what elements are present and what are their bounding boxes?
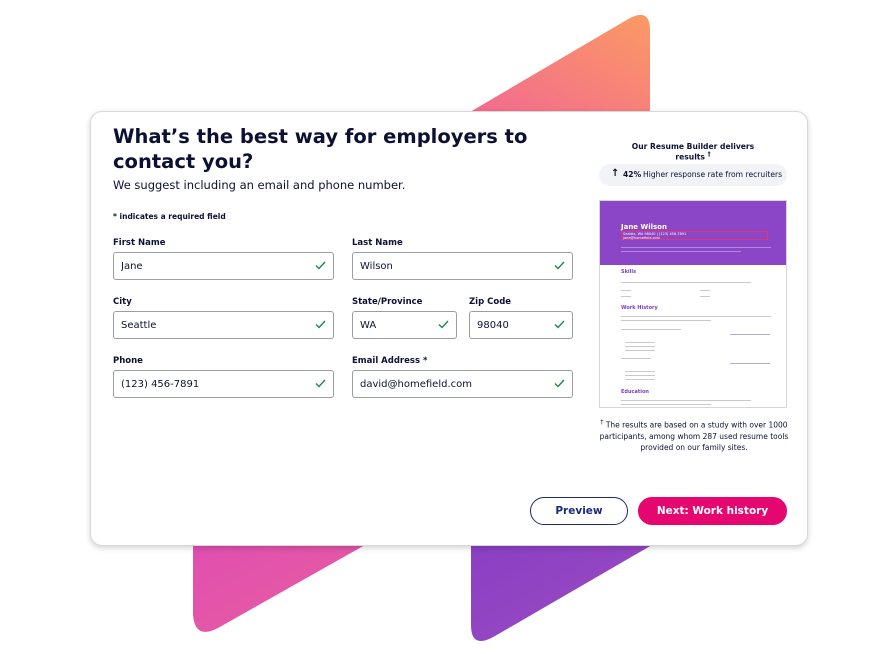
resume-text-line xyxy=(621,404,711,405)
preview-button[interactable]: Preview xyxy=(530,497,628,525)
next-work-history-button[interactable]: Next: Work history xyxy=(638,497,787,525)
resume-contact-highlight: Seattle, WA 98040 | (123) 456-7891 jane@… xyxy=(621,231,768,240)
check-icon xyxy=(554,320,565,329)
footnote: † The results are based on a study with … xyxy=(596,417,792,453)
city-label: City xyxy=(113,297,132,307)
dagger-mark: † xyxy=(707,151,711,158)
resume-text-line xyxy=(625,350,655,351)
resume-summary-line xyxy=(621,251,741,252)
check-icon xyxy=(315,261,326,270)
email-label: Email Address * xyxy=(352,356,428,366)
resume-text-line xyxy=(625,342,655,343)
phone-input[interactable] xyxy=(121,371,286,397)
resume-section-education: Education xyxy=(621,389,649,395)
resume-text-line xyxy=(625,379,655,380)
resume-text-line xyxy=(621,290,631,291)
check-icon xyxy=(554,379,565,388)
bg-triangle-right xyxy=(471,545,652,642)
phone-label: Phone xyxy=(113,356,143,366)
stat-percent: 42% xyxy=(623,170,642,179)
resume-text-line xyxy=(621,400,751,401)
required-note: * indicates a required field xyxy=(113,212,226,221)
resume-text-line xyxy=(621,358,651,359)
arrow-up-icon: ↑ xyxy=(611,168,620,179)
resume-text-line xyxy=(625,375,655,376)
resume-text-line xyxy=(730,363,770,364)
contact-form-card: What’s the best way for employers to con… xyxy=(90,111,808,546)
zip-field[interactable] xyxy=(469,311,573,339)
first-name-field[interactable] xyxy=(113,252,334,280)
first-name-label: First Name xyxy=(113,238,166,248)
resume-text-line xyxy=(700,290,710,291)
check-icon xyxy=(315,379,326,388)
resume-text-line xyxy=(700,296,710,297)
resume-section-work-history: Work History xyxy=(621,305,658,311)
check-icon xyxy=(315,320,326,329)
last-name-input[interactable] xyxy=(360,253,525,279)
resume-text-line xyxy=(621,296,631,297)
resume-section-skills: Skills xyxy=(621,269,637,275)
check-icon xyxy=(554,261,565,270)
stat-pill: ↑ 42% Higher response rate from recruite… xyxy=(599,164,787,186)
email-field[interactable] xyxy=(352,370,573,398)
page-subtitle: We suggest including an email and phone … xyxy=(113,178,406,192)
bg-triangle-top xyxy=(470,14,650,112)
resume-summary-line xyxy=(621,247,771,248)
resume-email: jane@homefield.com xyxy=(623,236,661,240)
bg-triangle-left xyxy=(193,545,365,632)
check-icon xyxy=(438,320,449,329)
first-name-input[interactable] xyxy=(121,253,286,279)
city-input[interactable] xyxy=(121,312,286,338)
state-field[interactable] xyxy=(352,311,457,339)
page-title: What’s the best way for employers to con… xyxy=(113,125,528,173)
resume-text-line xyxy=(621,282,751,283)
last-name-field[interactable] xyxy=(352,252,573,280)
phone-field[interactable] xyxy=(113,370,334,398)
resume-text-line xyxy=(625,371,655,372)
state-label: State/Province xyxy=(352,297,423,307)
resume-text-line xyxy=(625,346,655,347)
state-input[interactable] xyxy=(360,312,438,338)
results-heading-text: Our Resume Builder delivers results xyxy=(631,142,755,162)
resume-name: Jane Wilson xyxy=(621,223,667,231)
zip-label: Zip Code xyxy=(469,297,512,307)
email-input[interactable] xyxy=(360,371,525,397)
footnote-text: The results are based on a study with ov… xyxy=(599,420,789,452)
zip-input[interactable] xyxy=(477,312,554,338)
footnote-dagger: † xyxy=(600,419,604,426)
city-field[interactable] xyxy=(113,311,334,339)
resume-text-line xyxy=(621,320,711,321)
resume-text-line xyxy=(621,316,771,317)
results-heading: Our Resume Builder delivers results † xyxy=(623,142,763,162)
resume-text-line xyxy=(621,329,681,330)
stat-text: Higher response rate from recruiters xyxy=(643,170,783,179)
last-name-label: Last Name xyxy=(352,238,403,248)
resume-preview-thumbnail: Jane Wilson Seattle, WA 98040 | (123) 45… xyxy=(599,200,787,408)
resume-text-line xyxy=(730,334,770,335)
